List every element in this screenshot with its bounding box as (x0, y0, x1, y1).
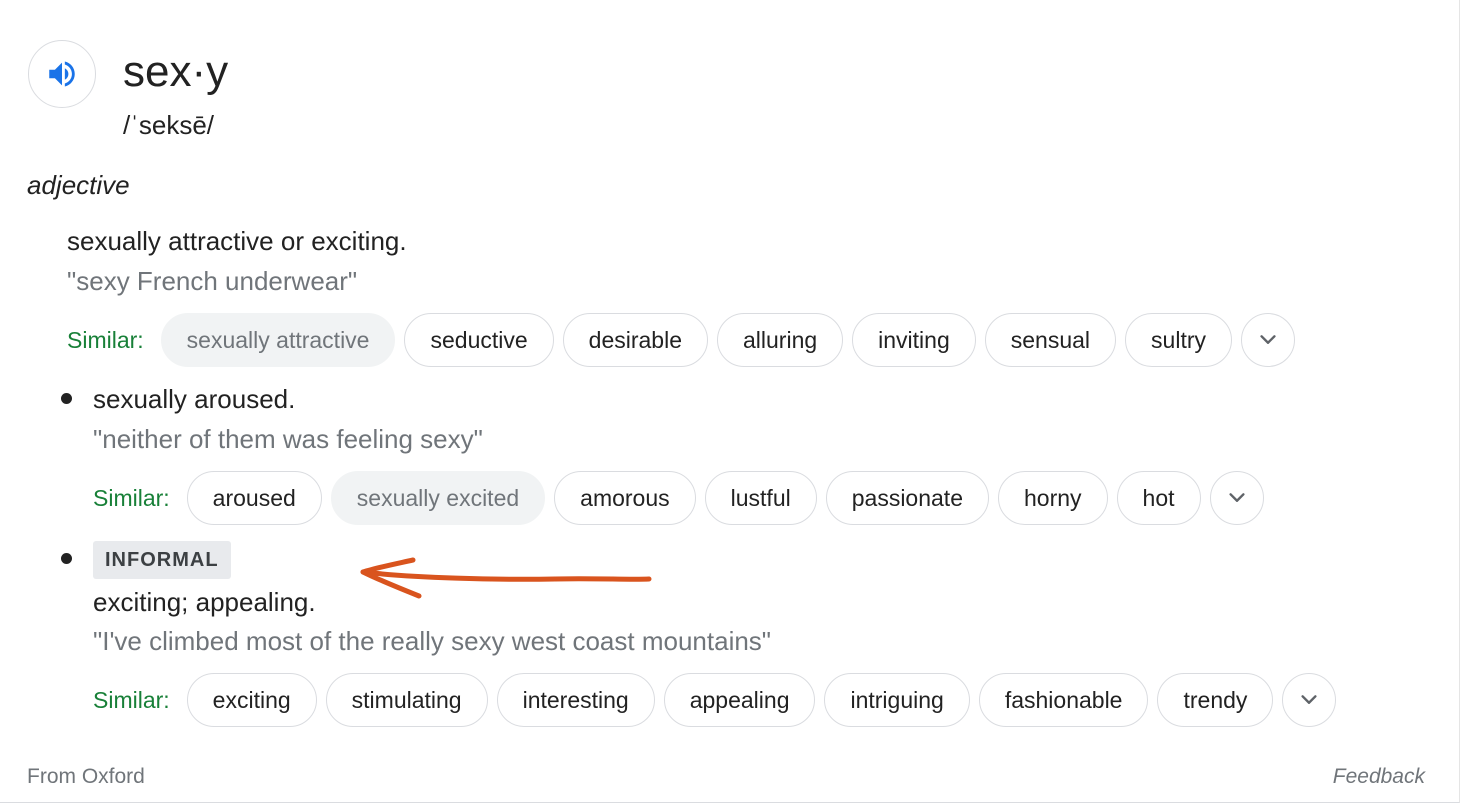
similar-chip[interactable]: interesting (496, 673, 655, 727)
similar-chip[interactable]: aroused (186, 471, 322, 525)
similar-chip[interactable]: lustful (704, 471, 817, 525)
sense-2-similar-row: Similar: aroused sexually excited amorou… (93, 470, 1264, 526)
similar-label: Similar: (93, 686, 170, 713)
sense-1-example: "sexy French underwear" (67, 266, 358, 296)
sense-2-definition: sexually aroused. (93, 384, 296, 414)
chevron-down-icon (1260, 335, 1276, 344)
similar-chip[interactable]: passionate (825, 471, 989, 525)
sense-3-definition: exciting; appealing. (93, 587, 316, 617)
sense-1-definition: sexually attractive or exciting. (67, 226, 407, 256)
similar-chip[interactable]: seductive (404, 313, 554, 367)
similar-chip[interactable]: sensual (984, 313, 1117, 367)
sense-1-similar-row: Similar: sexually attractive seductive d… (67, 312, 1295, 368)
sense-3-similar-row: Similar: exciting stimulating interestin… (93, 672, 1337, 728)
chevron-down-icon (1228, 493, 1245, 502)
chevron-down-icon (1301, 695, 1318, 704)
part-of-speech: adjective (27, 170, 130, 200)
pronunciation-button[interactable] (28, 40, 96, 108)
similar-chip[interactable]: trendy (1157, 673, 1274, 727)
annotation-arrow (360, 557, 652, 599)
similar-chip[interactable]: intriguing (824, 673, 970, 727)
similar-chip[interactable]: stimulating (325, 673, 488, 727)
similar-chip[interactable]: appealing (663, 673, 816, 727)
feedback-link[interactable]: Feedback (1333, 765, 1425, 789)
dictionary-card: sex·y /ˈseksē/ adjective sexually attrac… (0, 0, 1460, 803)
similar-chip[interactable]: inviting (852, 313, 976, 367)
similar-chip[interactable]: alluring (717, 313, 844, 367)
source-attribution: From Oxford (27, 765, 145, 788)
similar-chip[interactable]: amorous (554, 471, 696, 525)
sense-bullet (61, 553, 72, 564)
headword: sex·y (123, 47, 229, 96)
similar-label: Similar: (93, 484, 170, 511)
similar-chip[interactable]: sexually attractive (160, 313, 396, 367)
similar-chip[interactable]: fashionable (978, 673, 1149, 727)
sense-3-example: "I've climbed most of the really sexy we… (93, 626, 772, 656)
similar-chip[interactable]: desirable (562, 313, 708, 367)
sense-2-example: "neither of them was feeling sexy" (93, 424, 483, 454)
similar-chip[interactable]: exciting (186, 673, 317, 727)
similar-label: Similar: (67, 326, 144, 353)
expand-similar-button[interactable] (1209, 471, 1264, 525)
expand-similar-button[interactable] (1282, 673, 1337, 727)
speaker-icon (49, 61, 75, 87)
similar-chip[interactable]: sexually excited (330, 471, 546, 525)
similar-chip[interactable]: hot (1116, 471, 1201, 525)
register-badge: INFORMAL (93, 541, 231, 579)
similar-chip[interactable]: sultry (1125, 313, 1232, 367)
similar-chip[interactable]: horny (997, 471, 1108, 525)
expand-similar-button[interactable] (1241, 313, 1295, 367)
phonetic-spelling: /ˈseksē/ (123, 110, 215, 140)
sense-bullet (61, 393, 72, 404)
